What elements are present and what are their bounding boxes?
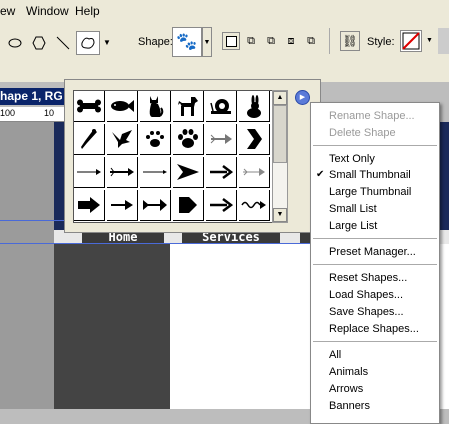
menu-item-replace-shapes[interactable]: Replace Shapes... [329,323,419,335]
scroll-down-button[interactable]: ▼ [273,208,287,222]
exclude-overlap-button[interactable]: ⧉ [302,32,320,50]
arrow-icon[interactable] [107,157,138,188]
play-arrow-icon: ▶ [299,94,306,101]
scroll-thumb[interactable] [273,105,287,163]
chevron-down-icon[interactable]: ▼ [103,38,111,47]
arrow-icon[interactable] [107,190,138,221]
menu-separator [313,145,437,146]
arrow-icon[interactable] [206,190,237,221]
dog-icon[interactable] [173,91,204,122]
menu-item-reset-shapes[interactable]: Reset Shapes... [329,272,407,284]
subtract-shape-area-button[interactable]: ⧉ [262,32,280,50]
line-tool-button[interactable] [54,34,72,52]
site-sidebar [54,244,170,409]
bird-icon[interactable] [74,124,105,155]
shape-label: Shape: [138,36,173,48]
menu-item-text-only[interactable]: Text Only [329,153,375,165]
menu-separator [313,341,437,342]
panel-menu-button[interactable]: ▶ [295,90,310,105]
subtract-icon: ⧉ [267,34,275,47]
no-style-icon [402,32,420,50]
menu-item-banners[interactable]: Banners [329,400,370,412]
arrow-icon[interactable] [239,190,270,221]
paw-print-icon[interactable] [173,124,204,155]
style-label: Style: [367,36,395,48]
shape-panel-menu: Rename Shape... Delete Shape Text Only ✔… [310,102,440,424]
options-bar: ▼ Shape: 🐾 ▼ ⧉ ⧉ ⧈ ⧉ ⛓ Style: ▼ [0,22,449,82]
scroll-up-button[interactable]: ▲ [273,91,287,105]
menu-separator [313,264,437,265]
menu-item-small-list[interactable]: Small List [329,203,377,215]
arrow-icon[interactable] [74,157,105,188]
arrow-icon[interactable] [206,124,237,155]
arrow-icon[interactable] [140,190,171,221]
intersect-shape-area-button[interactable]: ⧈ [282,32,300,50]
color-swatch[interactable] [438,28,449,54]
menu-item-animals[interactable]: Animals [329,366,368,378]
intersect-icon: ⧈ [287,34,295,47]
square-icon [225,35,237,47]
menu-help[interactable]: Help [75,4,100,18]
rabbit-icon[interactable] [239,91,270,122]
arrow-icon[interactable] [173,157,204,188]
bone-icon[interactable] [74,91,105,122]
ellipse-icon [8,38,22,48]
menu-item-small-thumbnail[interactable]: Small Thumbnail [329,169,411,181]
chevron-down-icon[interactable]: ▼ [426,37,433,44]
ruler-label: 10 [44,108,55,118]
create-new-layer-button[interactable] [222,32,240,50]
menu-bar: ew Window Help [0,0,449,23]
paw-print-icon[interactable] [140,124,171,155]
menu-item-preset-manager[interactable]: Preset Manager... [329,246,416,258]
shape-picker-panel: ▲ ▼ ▶ [64,79,321,233]
snail-icon[interactable] [206,91,237,122]
shape-grid-scrollbar[interactable]: ▲ ▼ [272,90,288,223]
combine-icon: ⧉ [247,34,255,47]
document-title-bar[interactable]: hape 1, RG [0,88,70,105]
menu-item-delete-shape: Delete Shape [329,127,396,139]
checkmark-icon: ✔ [316,169,325,180]
polygon-tool-button[interactable] [30,34,48,52]
menu-separator [313,238,437,239]
add-to-shape-area-button[interactable]: ⧉ [242,32,260,50]
exclude-icon: ⧉ [307,34,315,47]
chevron-down-icon: ▼ [203,38,211,46]
menu-item-save-shapes[interactable]: Save Shapes... [329,306,404,318]
link-icon: ⛓ [342,34,358,48]
menu-item-large-thumbnail[interactable]: Large Thumbnail [329,186,411,198]
custom-shape-tool-button[interactable] [76,31,100,55]
canvas-pasteboard [0,122,54,409]
arrow-icon[interactable] [173,190,204,221]
arrow-icon[interactable] [74,190,105,221]
horizontal-ruler: 100 10 [0,107,66,122]
ellipse-tool-button[interactable] [6,34,24,52]
menu-item-large-list[interactable]: Large List [329,220,377,232]
divider [329,28,330,54]
polygon-icon [32,36,46,50]
custom-shape-icon [81,37,95,49]
cat-icon[interactable] [140,91,171,122]
shape-picker-dropdown[interactable]: ▼ [202,27,212,57]
arrow-icon[interactable] [140,157,171,188]
document-title: hape 1, RG [0,89,63,103]
link-layer-style-button[interactable]: ⛓ [340,31,360,51]
menu-item-rename-shape: Rename Shape... [329,110,415,122]
menu-window[interactable]: Window [26,4,69,18]
arrow-icon[interactable] [206,157,237,188]
paw-print-icon: 🐾 [176,32,198,51]
ruler-label: 100 [0,108,16,118]
menu-item-all[interactable]: All [329,349,341,361]
dove-icon[interactable] [107,124,138,155]
style-picker-button[interactable] [400,30,422,52]
arrow-icon[interactable] [239,157,270,188]
line-icon [56,36,70,50]
shape-grid [73,90,273,223]
chevron-right-icon[interactable] [239,124,270,155]
menu-item-arrows[interactable]: Arrows [329,383,363,395]
guide-line [0,243,310,244]
menu-view[interactable]: ew [0,4,15,18]
fish-icon[interactable] [107,91,138,122]
shape-picker-button[interactable]: 🐾 [172,27,202,57]
menu-item-load-shapes[interactable]: Load Shapes... [329,289,403,301]
